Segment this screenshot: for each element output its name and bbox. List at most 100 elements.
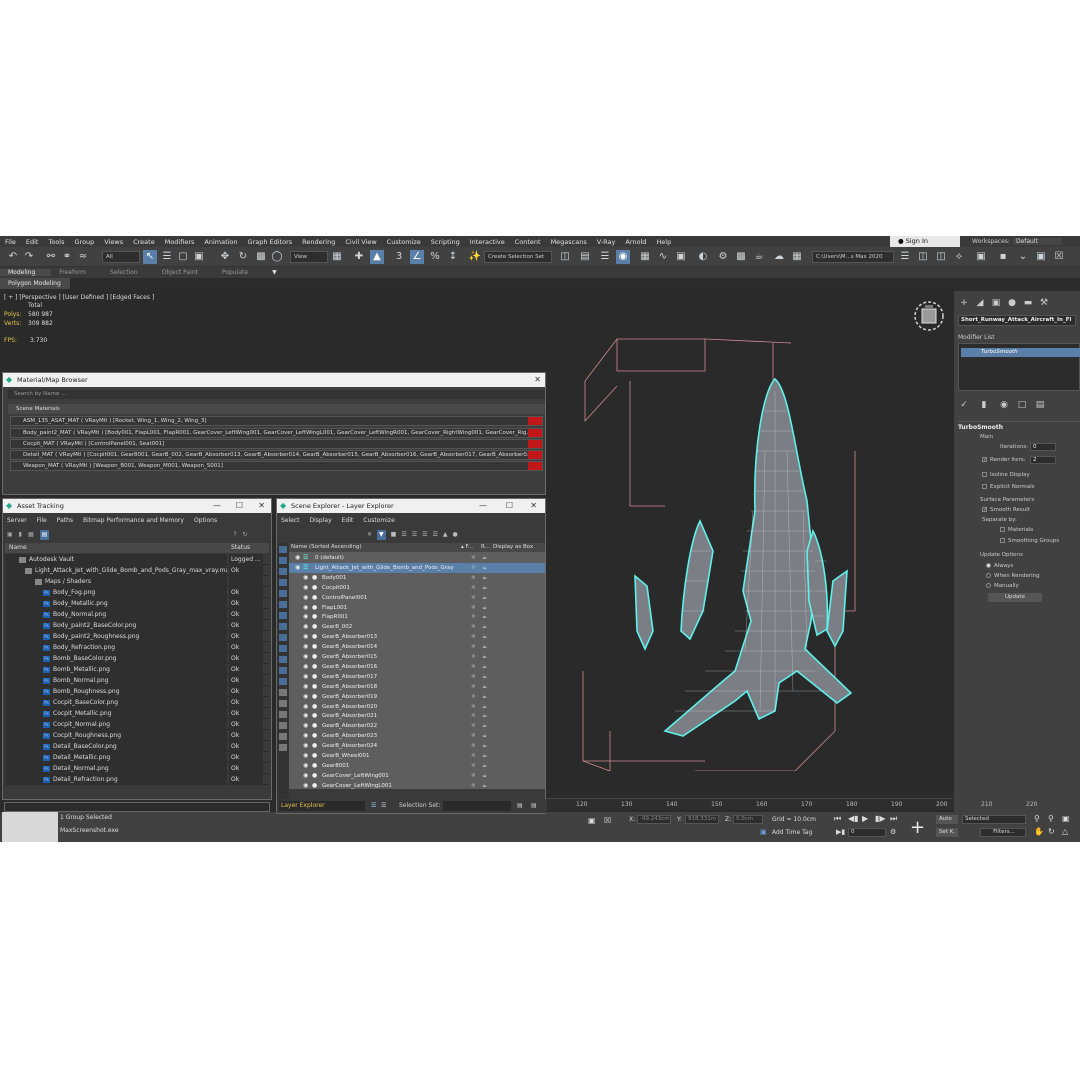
update-button[interactable]: Update: [988, 593, 1042, 602]
freeze-icon[interactable]: ❄: [471, 603, 476, 613]
clear-search-icon[interactable]: ✕: [367, 530, 372, 540]
filter-none-icon[interactable]: [279, 689, 287, 696]
filter-groups-icon[interactable]: [279, 612, 287, 619]
menu-graph-editors[interactable]: Graph Editors: [243, 238, 298, 246]
material-row[interactable]: ASM_135_ASAT_MAT ( VRayMtl ) [Rocket, Wi…: [10, 416, 543, 426]
freeze-icon[interactable]: ❄: [471, 573, 476, 583]
menu-group[interactable]: Group: [70, 238, 100, 246]
goto-end-icon[interactable]: ⏭: [890, 814, 897, 824]
window-crossing-icon[interactable]: ▣: [192, 250, 206, 264]
freeze-icon[interactable]: ❄: [471, 711, 476, 721]
menu-rendering[interactable]: Rendering: [297, 238, 340, 246]
display-tab-icon[interactable]: ▬: [1022, 297, 1034, 309]
when-rendering-radio-row[interactable]: When Rendering: [986, 573, 1040, 579]
filter-cameras-icon[interactable]: [279, 579, 287, 586]
scene-row[interactable]: ◉ ● GearB_Absorber018 ❄ ☕: [289, 682, 545, 692]
add-time-tag[interactable]: Add Time Tag: [772, 829, 812, 836]
object-name-field[interactable]: Short_Runway_Attack_Aircraft_In_Fl: [958, 315, 1076, 326]
freeze-icon[interactable]: ❄: [471, 622, 476, 632]
freeze-icon[interactable]: ❄: [471, 702, 476, 712]
chevron-down-icon[interactable]: ⌄: [1016, 250, 1030, 264]
visibility-eye-icon[interactable]: ◉: [295, 563, 300, 573]
visibility-eye-icon[interactable]: ◉: [303, 702, 308, 712]
close-icon[interactable]: ✕: [258, 499, 265, 513]
explicit-normals-row[interactable]: Explicit Normals: [982, 484, 1035, 490]
freeze-icon[interactable]: ❄: [471, 781, 476, 791]
set-key-button[interactable]: Set K.: [936, 828, 958, 837]
visibility-eye-icon[interactable]: ◉: [303, 622, 308, 632]
renderable-teapot-icon[interactable]: ☕: [482, 761, 487, 771]
lock-icon[interactable]: ■: [391, 530, 397, 540]
renderable-teapot-icon[interactable]: ☕: [482, 652, 487, 662]
modify-tab-icon[interactable]: ◢: [974, 297, 986, 309]
close-icon[interactable]: ✕: [530, 499, 537, 513]
scene-row[interactable]: ◉ ● GearB_Absorber014 ❄ ☕: [289, 642, 545, 652]
freeze-icon[interactable]: ❄: [471, 692, 476, 702]
create-tab-icon[interactable]: +: [958, 297, 970, 309]
minimize-icon[interactable]: —: [213, 499, 221, 513]
pivot-icon[interactable]: ▦: [330, 250, 344, 264]
freeze-icon[interactable]: ❄: [471, 771, 476, 781]
show-end-result-icon[interactable]: ▮: [978, 399, 990, 411]
visibility-eye-icon[interactable]: ◉: [303, 751, 308, 761]
sign-in-dropdown[interactable]: ● Sign In: [890, 236, 960, 247]
folder-open-icon[interactable]: ◫: [934, 250, 948, 264]
asset-row[interactable]: Autodesk Vault Logged ...: [5, 554, 269, 565]
sync-icon[interactable]: ●: [453, 530, 458, 540]
asset-row[interactable]: Maps / Shaders: [5, 576, 269, 587]
manually-radio-row[interactable]: Manually: [986, 583, 1019, 589]
freeze-icon[interactable]: ❄: [471, 612, 476, 622]
when-rendering-radio[interactable]: [986, 573, 991, 578]
filter-all-icon[interactable]: [279, 678, 287, 685]
maximize-viewport-icon[interactable]: ▣: [1062, 814, 1070, 823]
explorer-options-icon[interactable]: ☰: [381, 799, 386, 813]
visibility-eye-icon[interactable]: ◉: [303, 642, 308, 652]
layers-icon[interactable]: ☰: [401, 530, 406, 540]
maxscript-input[interactable]: [4, 802, 270, 812]
render-vray-icon[interactable]: ▣: [974, 250, 988, 264]
asset-row[interactable]: Ps Cocpit_BaseColor.png Ok: [5, 697, 269, 708]
next-frame-icon[interactable]: ▮▶: [875, 814, 886, 823]
turbosmooth-rollout[interactable]: TurboSmooth: [958, 421, 1080, 431]
renderable-teapot-icon[interactable]: ☕: [482, 751, 487, 761]
play-icon[interactable]: ▶: [862, 814, 868, 823]
project-folder-dropdown[interactable]: C:\Users\M...s Max 2020: [812, 251, 894, 263]
explicit-normals-checkbox[interactable]: [982, 484, 987, 489]
scene-row[interactable]: ◉ ● GearCover_LeftWingL001 ❄ ☕: [289, 781, 545, 791]
menu-tools[interactable]: Tools: [43, 238, 69, 246]
toggle-ribbon-icon[interactable]: ▦: [638, 250, 652, 264]
visibility-eye-icon[interactable]: ◉: [303, 583, 308, 593]
col-frozen[interactable]: ▴ F...: [461, 543, 473, 552]
freeze-icon[interactable]: ❄: [471, 593, 476, 603]
viewport-label[interactable]: [ + ] [Perspective ] [User Defined ] [Ed…: [4, 294, 154, 301]
col-renderable[interactable]: R...: [481, 543, 490, 552]
motion-tab-icon[interactable]: ●: [1006, 297, 1018, 309]
col-name[interactable]: Name: [9, 543, 27, 553]
close-icon[interactable]: ☒: [1052, 250, 1066, 264]
display-dependents-icon[interactable]: [279, 744, 287, 751]
scene-row[interactable]: ◉ ● GearB_Wheel001 ❄ ☕: [289, 751, 545, 761]
always-radio[interactable]: [986, 563, 991, 568]
z-coordinate-field[interactable]: 0.0cm: [733, 815, 763, 824]
menu-arnold[interactable]: Arnold: [620, 238, 651, 246]
tab-populate[interactable]: Populate: [214, 269, 264, 276]
renderable-teapot-icon[interactable]: ☕: [482, 553, 487, 563]
renderable-teapot-icon[interactable]: ☕: [482, 672, 487, 682]
col-name-sorted[interactable]: Name (Sorted Ascending): [291, 543, 362, 552]
tree-view-icon[interactable]: ▤: [39, 530, 50, 540]
material-editor-icon[interactable]: ◐: [696, 250, 710, 264]
minimize-icon[interactable]: —: [479, 499, 487, 513]
render-iters-checkbox[interactable]: ✓: [982, 457, 987, 463]
iterations-spinner[interactable]: 0: [1030, 443, 1056, 451]
key-mode-icon[interactable]: ▶▮: [836, 828, 845, 836]
visibility-eye-icon[interactable]: ◉: [303, 711, 308, 721]
visibility-eye-icon[interactable]: ◉: [295, 553, 300, 563]
rendered-frame-window-icon[interactable]: ▩: [734, 250, 748, 264]
renderable-teapot-icon[interactable]: ☕: [482, 702, 487, 712]
material-row[interactable]: Cocpit_MAT ( VRayMtl ) [ControlPanel001,…: [10, 439, 543, 449]
display-influences-icon[interactable]: [279, 733, 287, 740]
menu-file[interactable]: File: [37, 516, 47, 526]
renderable-teapot-icon[interactable]: ☕: [482, 612, 487, 622]
renderable-teapot-icon[interactable]: ☕: [482, 563, 487, 573]
filter-invert-icon[interactable]: [279, 700, 287, 707]
